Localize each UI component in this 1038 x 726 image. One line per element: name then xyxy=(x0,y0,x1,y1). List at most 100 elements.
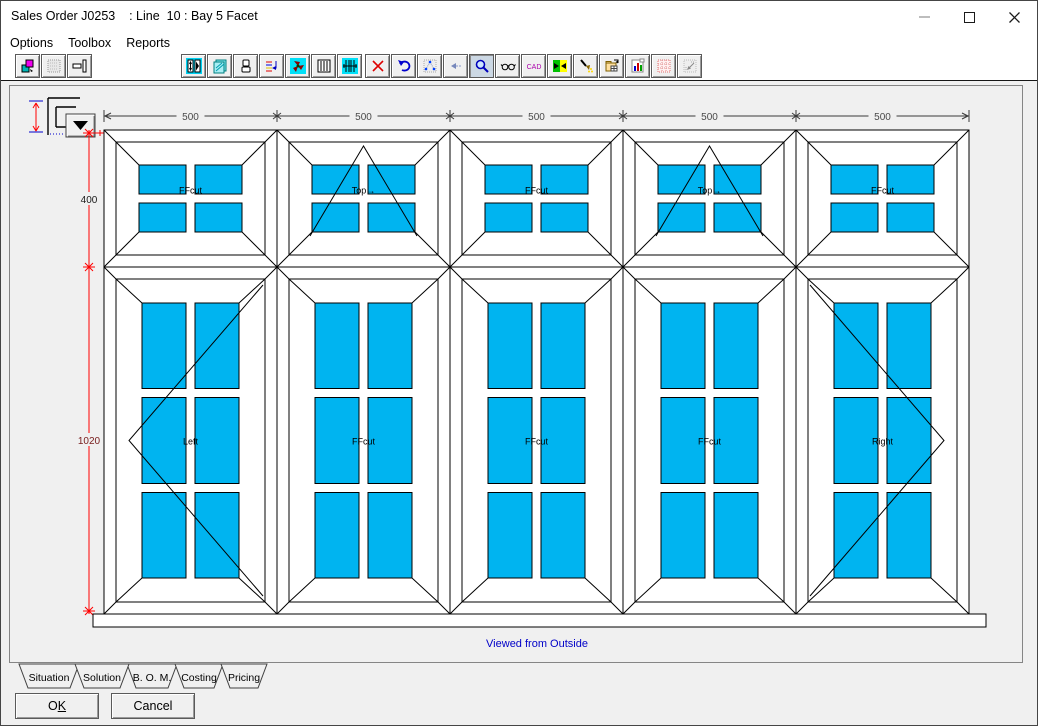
coupler-bars-icon xyxy=(342,58,358,74)
toolbar-button-compare-arrows[interactable] xyxy=(547,54,572,78)
tab-solution[interactable]: Solution xyxy=(75,664,129,688)
toolbar-button-dimension-points[interactable] xyxy=(417,54,442,78)
title-bar: Sales Order J0253 : Line 10 : Bay 5 Face… xyxy=(1,1,1037,33)
bottom-height-label: 1020 xyxy=(78,436,101,447)
width-dim-label: 500 xyxy=(355,112,372,123)
close-icon xyxy=(1009,12,1020,23)
window-panel-bottom-1[interactable]: Left xyxy=(104,267,277,614)
toolbar-button-zoom-magnifier[interactable] xyxy=(469,54,494,78)
window-panel-bottom-3[interactable]: FFcut xyxy=(450,267,623,614)
panel-label: FFcut xyxy=(525,186,549,196)
window-sill xyxy=(93,614,986,627)
bar-chart-icon xyxy=(630,58,646,74)
toolbar-button-cad-text[interactable]: CAD xyxy=(521,54,546,78)
tab-costing[interactable]: Costing xyxy=(175,664,223,688)
glass-pane xyxy=(887,165,934,194)
pan-move-icon xyxy=(682,58,698,74)
window-panel-bottom-5[interactable]: Right xyxy=(796,267,969,614)
toolbar-button-panel-spacing[interactable] xyxy=(67,54,92,78)
tab-pricing[interactable]: Pricing xyxy=(221,664,267,688)
maximize-button[interactable] xyxy=(947,1,992,33)
toolbar-button-stipple-grid[interactable] xyxy=(41,54,66,78)
tab-label: Costing xyxy=(181,672,217,684)
glass-pane xyxy=(541,303,585,389)
panel-label: Left xyxy=(183,437,199,447)
toolbar-button-undo-arrow[interactable] xyxy=(391,54,416,78)
glass-pane xyxy=(142,398,186,484)
window-panel-top-3[interactable]: FFcut xyxy=(450,130,623,267)
toolbar-group-1 xyxy=(15,54,92,78)
toolbar-button-glazing-panes[interactable] xyxy=(207,54,232,78)
dimension-points-icon xyxy=(422,58,438,74)
toolbar-button-vent-fan[interactable] xyxy=(285,54,310,78)
window-panel-top-4[interactable]: Top→ xyxy=(623,130,796,267)
stipple-grid-icon xyxy=(46,58,62,74)
width-dim-label: 500 xyxy=(701,112,718,123)
glass-pane xyxy=(368,203,415,232)
toolbar-button-window-frame[interactable] xyxy=(181,54,206,78)
toolbar-button-spectacles[interactable] xyxy=(495,54,520,78)
glass-pane xyxy=(315,303,359,389)
toolbar-button-coupler-bars[interactable] xyxy=(337,54,362,78)
client-area: 5005005005005004001020FFcutTop→FFcutTop→… xyxy=(1,81,1037,725)
glass-pane xyxy=(834,303,878,389)
profile-dropdown-button[interactable] xyxy=(66,114,95,137)
menu-toolbox[interactable]: Toolbox xyxy=(67,36,112,50)
glazing-panes-icon xyxy=(212,58,228,74)
tab-label: Solution xyxy=(83,672,121,684)
glass-pane xyxy=(485,203,532,232)
toolbar-button-pan-move[interactable] xyxy=(677,54,702,78)
glass-pane xyxy=(714,492,758,578)
nudge-left-icon xyxy=(448,58,464,74)
toolbar-button-price-grid[interactable] xyxy=(651,54,676,78)
window-panel-top-1[interactable]: FFcut xyxy=(104,130,277,267)
panel-label: FFcut xyxy=(525,437,549,447)
tab-situation[interactable]: Situation xyxy=(19,664,79,688)
view-caption: Viewed from Outside xyxy=(486,638,588,650)
window-panel-top-2[interactable]: Top→ xyxy=(277,130,450,267)
menu-reports[interactable]: Reports xyxy=(125,36,171,50)
application-window: Sales Order J0253 : Line 10 : Bay 5 Face… xyxy=(0,0,1038,726)
toolbar-group-2 xyxy=(181,54,362,78)
toolbar-button-nudge-left[interactable] xyxy=(443,54,468,78)
cad-text-icon: CAD xyxy=(526,58,542,74)
panel-label: Right xyxy=(872,437,894,447)
glass-pane xyxy=(541,165,588,194)
width-dim-label: 500 xyxy=(182,112,199,123)
width-dim-label: 500 xyxy=(874,112,891,123)
ok-button[interactable]: OK xyxy=(15,693,99,719)
tab-b-o-m[interactable]: B. O. M. xyxy=(127,664,177,688)
toolbar-button-folder-transfer[interactable] xyxy=(599,54,624,78)
window-title: Sales Order J0253 : Line 10 : Bay 5 Face… xyxy=(11,9,258,23)
window-panel-bottom-2[interactable]: FFcut xyxy=(277,267,450,614)
toolbar-button-bar-chart[interactable] xyxy=(625,54,650,78)
close-button[interactable] xyxy=(992,1,1037,33)
glass-pane xyxy=(541,492,585,578)
panel-spacing-icon xyxy=(72,58,88,74)
spectacles-icon xyxy=(500,58,516,74)
delete-cross-icon xyxy=(370,58,386,74)
toolbar-button-cascade-squares[interactable] xyxy=(15,54,40,78)
menu-options[interactable]: Options xyxy=(9,36,54,50)
minimize-button[interactable] xyxy=(902,1,947,33)
toolbar-button-delete-cross[interactable] xyxy=(365,54,390,78)
glass-pane xyxy=(887,398,931,484)
cancel-button[interactable]: Cancel xyxy=(111,693,195,719)
tab-label: B. O. M. xyxy=(133,672,172,684)
toolbar-button-vertical-bars[interactable] xyxy=(311,54,336,78)
toolbar-button-paint-brush[interactable] xyxy=(573,54,598,78)
minimize-icon xyxy=(919,16,930,18)
glass-pane xyxy=(139,203,186,232)
window-panel-bottom-4[interactable]: FFcut xyxy=(623,267,796,614)
glass-pane xyxy=(315,492,359,578)
glass-pane xyxy=(195,303,239,389)
panel-label: Top→ xyxy=(698,186,722,196)
glass-pane xyxy=(834,492,878,578)
glass-pane xyxy=(541,203,588,232)
window-panel-top-5[interactable]: FFcut xyxy=(796,130,969,267)
undo-arrow-icon xyxy=(396,58,412,74)
toolbar-group-3: CAD xyxy=(365,54,702,78)
toolbar-button-spec-lines[interactable] xyxy=(259,54,284,78)
panel-label: FFcut xyxy=(352,437,376,447)
toolbar-button-door-handle[interactable] xyxy=(233,54,258,78)
